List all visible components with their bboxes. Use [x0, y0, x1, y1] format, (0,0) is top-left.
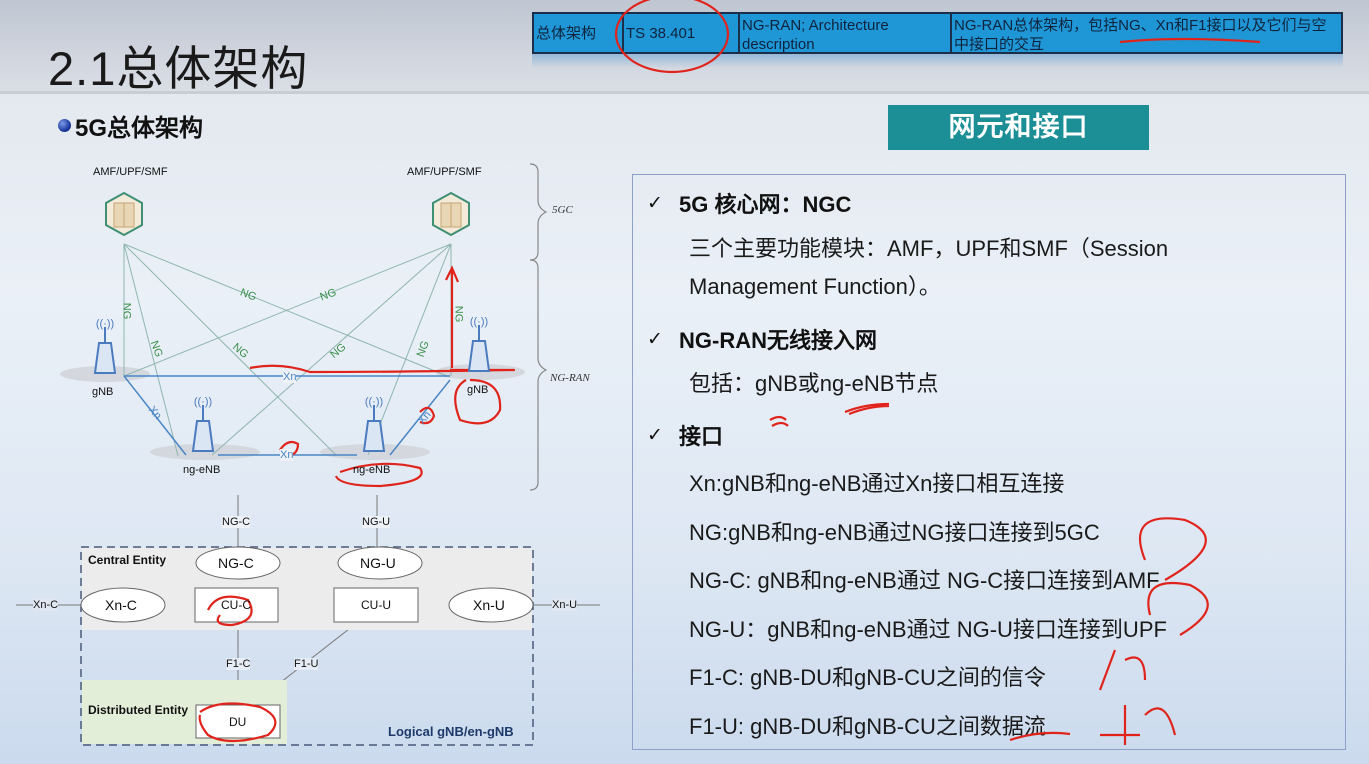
- interface-line-f1-u: F1-U: gNB-DU和gNB-CU之间数据流: [689, 713, 1046, 739]
- ref-cell-title: NG-RAN; Architecture description: [740, 14, 952, 53]
- interface-line-ng-u: NG-U：gNB和ng-eNB通过 NG-U接口连接到UPF: [689, 616, 1167, 642]
- ran-node-label: gNB: [467, 384, 489, 396]
- section-heading-ran: ✓ NG-RAN无线接入网: [647, 323, 877, 355]
- brace-ng-ran: [529, 259, 548, 491]
- central-entity-label: Central Entity: [88, 553, 167, 567]
- interface-line-xn: Xn:gNB和ng-eNB通过Xn接口相互连接: [689, 471, 1065, 496]
- xn-link-label: Xn: [280, 449, 294, 461]
- section-heading-interfaces: ✓ 接口: [647, 419, 723, 451]
- f1-c-label: F1-C: [226, 658, 251, 670]
- text-line: 包括：gNB或ng-eNB节点: [689, 371, 939, 396]
- core-description: 三个主要功能模块：AMF，UPF和SMF（Session Management …: [689, 230, 1168, 306]
- core-server-icon: [432, 191, 470, 237]
- core-node-label: AMF/UPF/SMF: [93, 166, 168, 178]
- diagram-lines: [16, 163, 600, 746]
- xn-c-side-label: Xn-C: [33, 599, 59, 611]
- check-icon: ✓: [647, 328, 663, 350]
- interface-line-ng-c: NG-C: gNB和ng-eNB通过 NG-C接口连接到AMF: [689, 568, 1160, 593]
- brace-label-5gc: 5GC: [552, 204, 573, 216]
- check-icon: ✓: [647, 192, 663, 214]
- ran-node-label: ng-eNB: [353, 464, 391, 476]
- content-box: ✓ 5G 核心网：NGC 三个主要功能模块：AMF，UPF和SMF（Sessio…: [632, 174, 1346, 750]
- interfaces-list: Xn:gNB和ng-eNB通过Xn接口相互连接 NG:gNB和ng-eNB通过N…: [689, 460, 1167, 751]
- xn-u-side-label: Xn-U: [552, 599, 578, 611]
- logical-gnb-label: Logical gNB/en-gNB: [388, 724, 514, 739]
- ref-cell-category: 总体架构: [534, 14, 624, 52]
- brace-5gc: [529, 163, 548, 261]
- antenna-icon: ((·)): [90, 315, 120, 382]
- distributed-entity-label: Distributed Entity: [88, 703, 189, 717]
- ran-node-label: ng-eNB: [183, 464, 221, 476]
- heading-text: NG-RAN无线接入网: [679, 328, 877, 353]
- ran-description: 包括：gNB或ng-eNB节点: [689, 365, 938, 403]
- brace-label-ng-ran: NG-RAN: [550, 372, 590, 384]
- ref-cell-description: NG-RAN总体架构，包括NG、Xn和F1接口以及它们与空中接口的交互: [954, 17, 1327, 53]
- ng-c-ellipse-label: NG-C: [218, 555, 254, 571]
- ng-link-label: NG: [120, 302, 133, 320]
- ref-cell-spec: TS 38.401: [624, 14, 740, 52]
- ng-links: [123, 243, 452, 457]
- ng-c-top-label: NG-C: [222, 516, 251, 528]
- interface-line-f1-c: F1-C: gNB-DU和gNB-CU之间的信令: [689, 665, 1046, 690]
- text-line: 三个主要功能模块：AMF，UPF和SMF（Session: [689, 236, 1169, 261]
- antenna-icon: ((·)): [464, 313, 494, 380]
- du-label: DU: [229, 715, 247, 729]
- heading-text: 5G 核心网：NGC: [679, 192, 852, 217]
- interface-line-ng: NG:gNB和ng-eNB通过NG接口连接到5GC: [689, 519, 1100, 545]
- slide-title: 2.1总体架构: [48, 42, 309, 95]
- cu-u-label: CU-U: [361, 598, 391, 612]
- subtitle: 5G总体架构: [58, 108, 203, 143]
- heading-text: 接口: [679, 424, 724, 449]
- subtitle-text: 5G总体架构: [75, 115, 204, 142]
- check-icon: ✓: [647, 424, 663, 446]
- xn-u-ellipse-label: Xn-U: [473, 597, 505, 613]
- section-badge: 网元和接口: [888, 105, 1149, 150]
- f1-u-label: F1-U: [294, 658, 319, 670]
- ng-u-top-label: NG-U: [362, 516, 391, 528]
- ran-node-label: gNB: [92, 386, 114, 398]
- text-line: Management Function）。: [689, 274, 941, 299]
- bullet-icon: [58, 119, 71, 132]
- reference-table-row: 总体架构 TS 38.401 NG-RAN; Architecture desc…: [532, 12, 1343, 54]
- ng-link-label: NG: [452, 305, 465, 323]
- architecture-diagram: AMF/UPF/SMF AMF/UPF/SMF ((·)) ((·)) ((·)…: [0, 150, 620, 764]
- core-server-icon: [105, 191, 143, 237]
- xn-c-ellipse-label: Xn-C: [105, 597, 137, 613]
- ng-u-ellipse-label: NG-U: [360, 555, 396, 571]
- core-node-label: AMF/UPF/SMF: [407, 166, 482, 178]
- table-reflection: [532, 54, 1343, 68]
- section-heading-core: ✓ 5G 核心网：NGC: [647, 187, 851, 219]
- xn-link-label: Xn: [283, 371, 297, 383]
- cu-c-label: CU-C: [221, 598, 251, 612]
- antenna-icon: ((·)): [359, 393, 389, 460]
- antenna-icon: ((·)): [188, 393, 218, 460]
